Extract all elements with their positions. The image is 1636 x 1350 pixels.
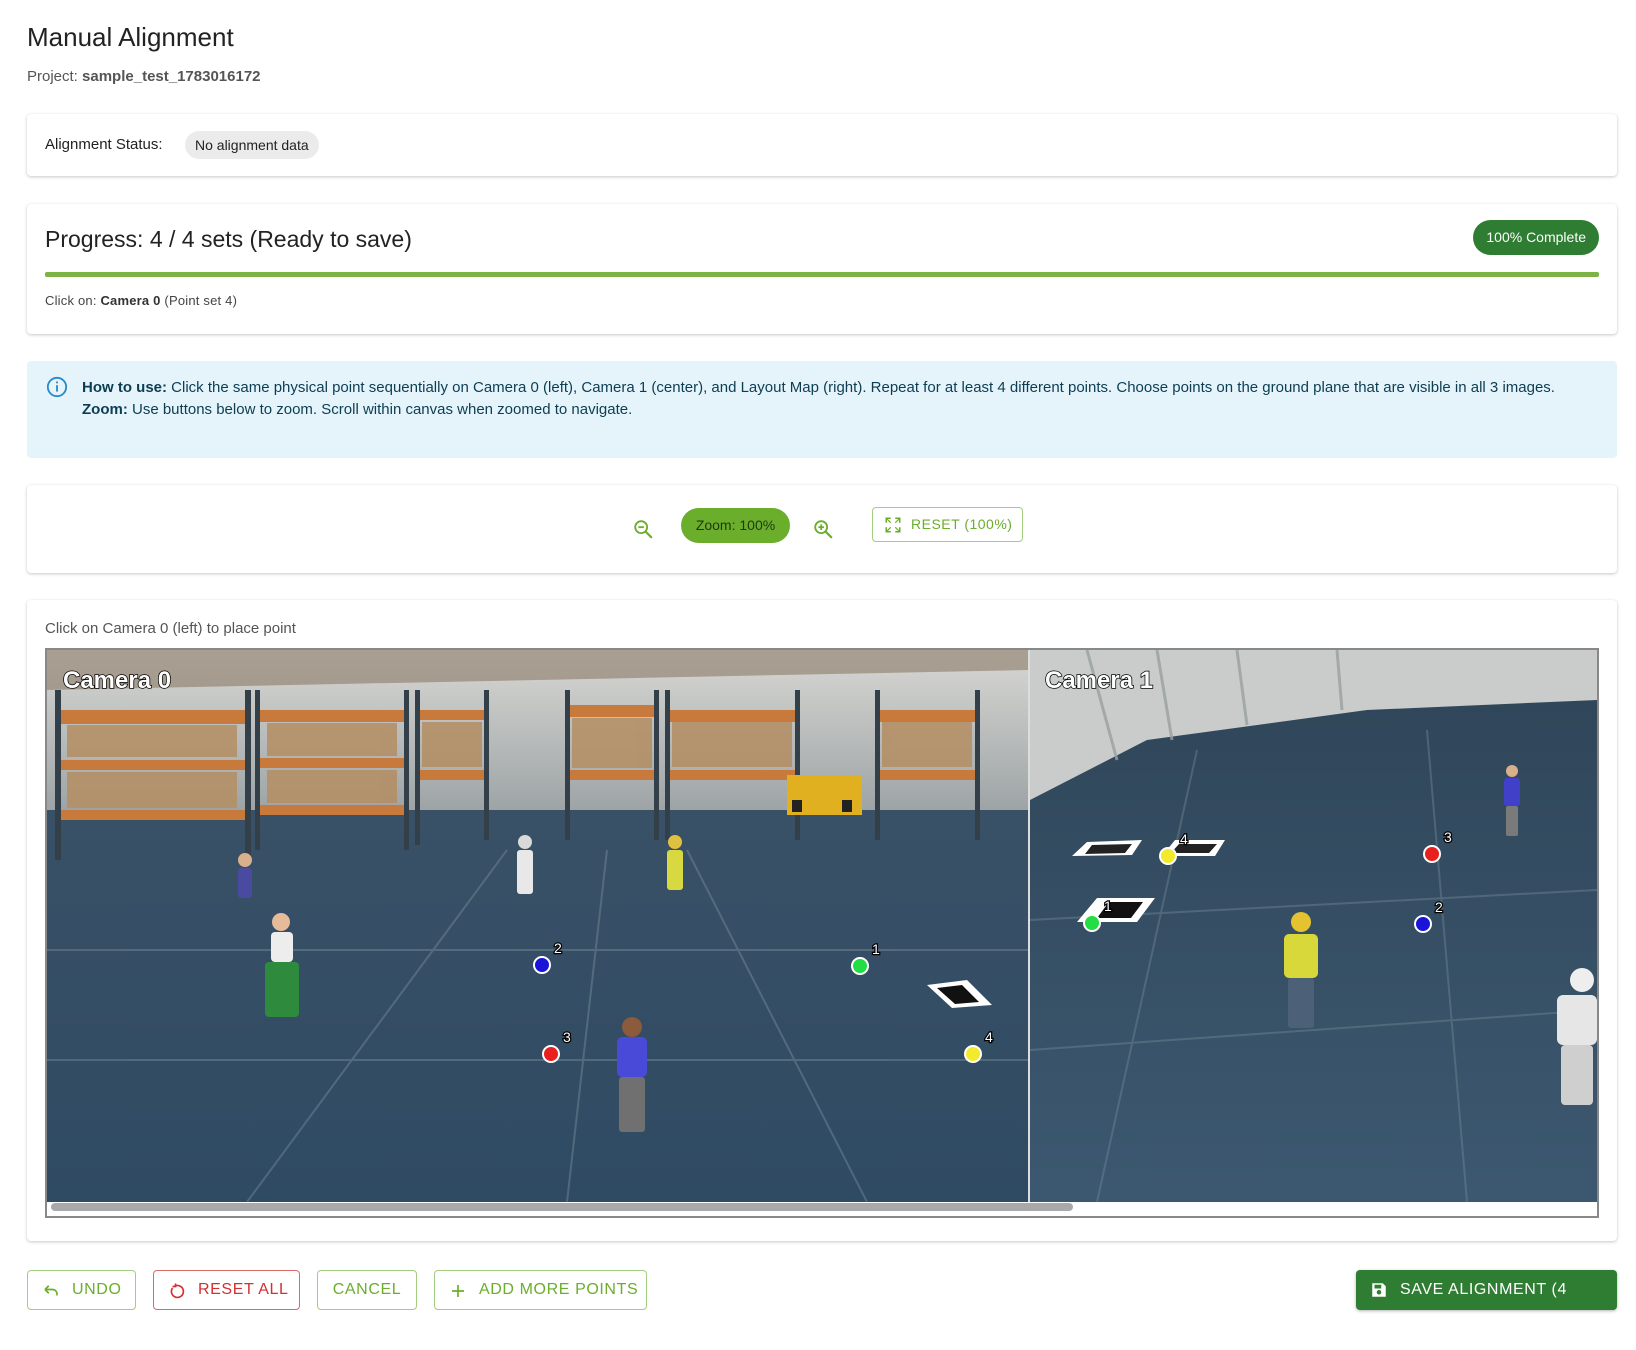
hint-suffix: (Point set 4): [164, 293, 238, 308]
zoom-help-text: Use buttons below to zoom. Scroll within…: [132, 401, 633, 418]
reset-zoom-button[interactable]: RESET (100%): [872, 507, 1023, 542]
zoom-level-chip: Zoom: 100%: [681, 508, 790, 543]
alignment-canvas[interactable]: Camera 0 Camera 1 1 2 3 4 1 2 3 4: [45, 648, 1599, 1218]
canvas-instruction: Click on Camera 0 (left) to place point: [45, 620, 296, 637]
howto-text: Click the same physical point sequential…: [171, 379, 1555, 396]
add-more-points-button[interactable]: ADD MORE POINTS: [434, 1270, 647, 1310]
completion-badge: 100% Complete: [1473, 220, 1599, 255]
project-name: sample_test_1783016172: [82, 68, 261, 85]
progress-bar: [45, 272, 1599, 277]
camera1-point-label-4: 4: [1180, 831, 1188, 847]
camera1-point-4[interactable]: [1159, 847, 1177, 865]
camera1-point-label-2: 2: [1435, 899, 1443, 915]
camera1-image[interactable]: Camera 1: [1029, 650, 1597, 1202]
camera-images[interactable]: Camera 0 Camera 1 123 41 234: [47, 650, 1597, 1202]
zoom-in-icon: [814, 520, 833, 539]
plus-icon: [452, 1285, 464, 1297]
camera1-point-1[interactable]: [1083, 914, 1101, 932]
camera0-image[interactable]: Camera 0: [47, 650, 1028, 1202]
camera1-point-label-1: 1: [1104, 898, 1112, 914]
progress-bar-fill: [45, 272, 1599, 277]
save-icon: [1372, 1283, 1386, 1297]
reset-all-label: RESET ALL: [198, 1281, 289, 1298]
camera0-point-4[interactable]: [964, 1045, 982, 1063]
page-title: Manual Alignment: [27, 22, 234, 52]
undo-button[interactable]: UNDO: [27, 1270, 136, 1310]
cancel-button[interactable]: CANCEL: [317, 1270, 417, 1310]
how-to-use-text: How to use: Click the same physical poin…: [82, 377, 1582, 421]
camera0-point-label-4: 4: [985, 1029, 993, 1045]
camera0-point-label-2: 2: [554, 940, 562, 956]
camera0-point-label-1: 1: [872, 941, 880, 957]
camera0-point-1[interactable]: [851, 957, 869, 975]
fit-screen-icon: [885, 517, 901, 533]
howto-label: How to use:: [82, 379, 167, 396]
camera0-point-2[interactable]: [533, 956, 551, 974]
zoom-controls-card: Zoom: 100% RESET (100%): [27, 485, 1617, 573]
project-line: Project: sample_test_1783016172: [27, 68, 261, 85]
undo-icon: [44, 1285, 58, 1296]
hint-target: Camera 0: [100, 293, 161, 308]
save-alignment-label: SAVE ALIGNMENT (4 SETS): [1400, 1281, 1567, 1338]
camera1-label: Camera 1: [1045, 667, 1153, 694]
camera0-point-3[interactable]: [542, 1045, 560, 1063]
how-to-use-alert: How to use: Click the same physical poin…: [27, 361, 1617, 458]
alignment-canvas-card: Click on Camera 0 (left) to place point: [27, 600, 1617, 1241]
progress-title: Progress: 4 / 4 sets (Ready to save): [45, 226, 412, 252]
camera0-point-label-3: 3: [563, 1029, 571, 1045]
cancel-label: CANCEL: [332, 1281, 402, 1298]
zoom-in-button[interactable]: [805, 511, 841, 547]
alignment-status-chip: No alignment data: [185, 131, 319, 159]
zoom-help-label: Zoom:: [82, 401, 128, 418]
alignment-status-card: Alignment Status: No alignment data: [27, 114, 1617, 176]
project-label: Project:: [27, 68, 78, 85]
camera1-point-3[interactable]: [1423, 845, 1441, 863]
add-more-points-label: ADD MORE POINTS: [479, 1281, 639, 1298]
restart-icon: [170, 1283, 185, 1299]
camera1-point-2[interactable]: [1414, 915, 1432, 933]
camera0-label: Camera 0: [63, 667, 171, 694]
info-icon: [46, 376, 68, 398]
undo-label: UNDO: [72, 1281, 122, 1298]
reset-zoom-label: RESET (100%): [911, 516, 1013, 532]
hint-prefix: Click on:: [45, 293, 97, 308]
save-alignment-button[interactable]: SAVE ALIGNMENT (4 SETS): [1356, 1270, 1617, 1338]
camera1-point-label-3: 3: [1444, 829, 1452, 845]
reset-all-button[interactable]: RESET ALL: [153, 1270, 300, 1310]
zoom-out-button[interactable]: [625, 511, 661, 547]
alignment-status-label: Alignment Status:: [45, 136, 163, 153]
zoom-out-icon: [634, 520, 653, 539]
progress-card: Progress: 4 / 4 sets (Ready to save) 100…: [27, 204, 1617, 334]
next-click-hint: Click on: Camera 0 (Point set 4): [45, 293, 237, 308]
horizontal-scrollbar[interactable]: [51, 1203, 1073, 1211]
